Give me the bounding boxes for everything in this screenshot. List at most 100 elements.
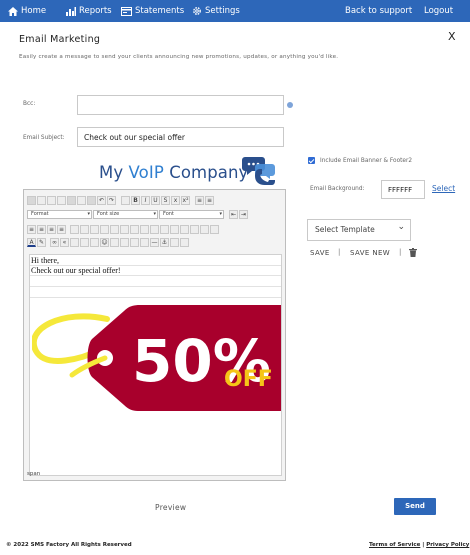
include-banner-checkbox[interactable] (308, 157, 315, 164)
emoticon-icon[interactable] (70, 237, 79, 247)
nav-settings[interactable]: Settings (192, 0, 240, 22)
indent-icon[interactable]: ⇥ (239, 209, 248, 219)
superscript-icon[interactable]: x² (181, 195, 190, 205)
language-icon[interactable] (110, 224, 119, 234)
ltr-icon[interactable] (90, 224, 99, 234)
page-break-icon[interactable] (110, 237, 119, 247)
home-icon (8, 6, 18, 16)
link-icon[interactable]: ∞ (50, 237, 59, 247)
bold-icon[interactable]: B (131, 195, 140, 205)
separator-2: | (399, 248, 402, 256)
cut-icon[interactable] (37, 195, 46, 205)
privacy-link[interactable]: Privacy Policy (426, 542, 469, 548)
info-icon[interactable] (287, 102, 293, 108)
maximize-icon[interactable] (210, 224, 219, 234)
email-bg-label: Email Background: (310, 186, 365, 192)
align-right-icon[interactable]: ≡ (47, 224, 56, 234)
font-size-select[interactable]: Font size (93, 209, 158, 219)
special-char-icon[interactable] (90, 237, 99, 247)
strikethrough-icon[interactable]: S (161, 195, 170, 205)
save-button[interactable]: SAVE (310, 249, 330, 257)
subject-label: Email Subject: (23, 135, 65, 141)
form-icon[interactable] (120, 224, 129, 234)
nav-logout[interactable]: Logout (424, 0, 453, 22)
nav-settings-label: Settings (205, 6, 240, 16)
table-icon[interactable] (80, 237, 89, 247)
subscript-icon[interactable]: x (171, 195, 180, 205)
underline-icon[interactable]: U (151, 195, 160, 205)
email-bg-input[interactable] (381, 180, 425, 199)
hidden-field-icon[interactable] (200, 224, 209, 234)
textarea-icon[interactable] (160, 224, 169, 234)
undo-icon[interactable]: ↶ (97, 195, 106, 205)
redo-icon[interactable]: ↷ (107, 195, 116, 205)
save-new-button[interactable]: SAVE NEW (350, 249, 390, 257)
align-justify-icon[interactable]: ≡ (57, 224, 66, 234)
paste-icon[interactable] (57, 195, 66, 205)
button-tool-icon[interactable] (180, 224, 189, 234)
preview-button[interactable]: Preview (155, 503, 186, 512)
select-all-icon[interactable] (87, 195, 96, 205)
text-color-icon[interactable]: A (27, 237, 36, 247)
format-select[interactable]: Format (27, 209, 92, 219)
editor-text-line-2: Check out our special offer! (31, 266, 121, 275)
editor-toolbar-row-1: ↶ ↷ B I U S x x² ≡ ≡ (27, 195, 214, 205)
numbered-list-icon[interactable]: ≡ (195, 195, 204, 205)
terms-link[interactable]: Terms of Service (369, 542, 420, 548)
top-nav-bar: Home Reports Statements Settings Back to… (0, 0, 470, 22)
align-center-icon[interactable]: ≡ (37, 224, 46, 234)
select-color-link[interactable]: Select (432, 184, 455, 193)
unlink-icon[interactable]: « (60, 237, 69, 247)
editor-toolbar-row-4: A ✎ ∞ « ☺ — ⚓ (27, 237, 189, 247)
trash-icon[interactable] (409, 248, 417, 257)
close-button[interactable]: X (448, 30, 456, 43)
find-icon[interactable] (121, 195, 130, 205)
include-banner-label: Include Email Banner & Footer2 (320, 158, 413, 164)
separator-1: | (338, 248, 341, 256)
editor-content-area[interactable]: Hi there, Check out our special offer! 5… (29, 254, 282, 476)
page-subtitle: Easily create a message to send your cli… (19, 54, 339, 60)
smiley-icon[interactable]: ☺ (100, 237, 109, 247)
align-left-icon[interactable]: ≡ (27, 224, 36, 234)
show-blocks-icon[interactable] (170, 237, 179, 247)
copy-icon[interactable] (47, 195, 56, 205)
textfield-icon[interactable] (150, 224, 159, 234)
brand-name-voip: VoIP (128, 163, 164, 182)
paste-word-icon[interactable] (77, 195, 86, 205)
outdent-icon[interactable]: ⇤ (229, 209, 238, 219)
nav-home[interactable]: Home (8, 0, 46, 22)
editor-toolbar-row-2: Format Font size Font ⇤ ⇥ (27, 209, 285, 219)
iframe-icon[interactable] (120, 237, 129, 247)
nav-back-to-support[interactable]: Back to support (345, 0, 412, 22)
bg-color-icon[interactable]: ✎ (37, 237, 46, 247)
send-button[interactable]: Send (394, 498, 436, 515)
checkbox-tool-icon[interactable] (130, 224, 139, 234)
nav-statements[interactable]: Statements (121, 0, 184, 22)
promo-off-text: OFF (224, 367, 273, 392)
radio-tool-icon[interactable] (140, 224, 149, 234)
horizontal-line-icon[interactable]: — (150, 237, 159, 247)
select-tool-icon[interactable] (170, 224, 179, 234)
rtl-icon[interactable] (100, 224, 109, 234)
subject-input[interactable] (77, 127, 284, 147)
footer-copyright: © 2022 SMS Factory All Rights Reserved (6, 542, 132, 548)
brand-name-part1: My (99, 163, 129, 182)
editor-toolbar-row-3: ≡ ≡ ≡ ≡ (27, 224, 219, 234)
page-title: Email Marketing (19, 34, 101, 45)
bullet-list-icon[interactable]: ≡ (205, 195, 214, 205)
bcc-input[interactable] (77, 95, 284, 115)
font-select[interactable]: Font (159, 209, 224, 219)
about-icon[interactable] (180, 237, 189, 247)
paste-text-icon[interactable] (67, 195, 76, 205)
div-icon[interactable] (80, 224, 89, 234)
nav-reports[interactable]: Reports (66, 0, 112, 22)
statement-icon (121, 6, 132, 16)
italic-icon[interactable]: I (141, 195, 150, 205)
flash-icon[interactable] (140, 237, 149, 247)
blockquote-icon[interactable] (70, 224, 79, 234)
source-icon[interactable] (27, 195, 36, 205)
image-icon[interactable] (130, 237, 139, 247)
anchor-icon[interactable]: ⚓ (160, 237, 169, 247)
template-select[interactable]: Select Template (307, 217, 411, 241)
image-button-icon[interactable] (190, 224, 199, 234)
